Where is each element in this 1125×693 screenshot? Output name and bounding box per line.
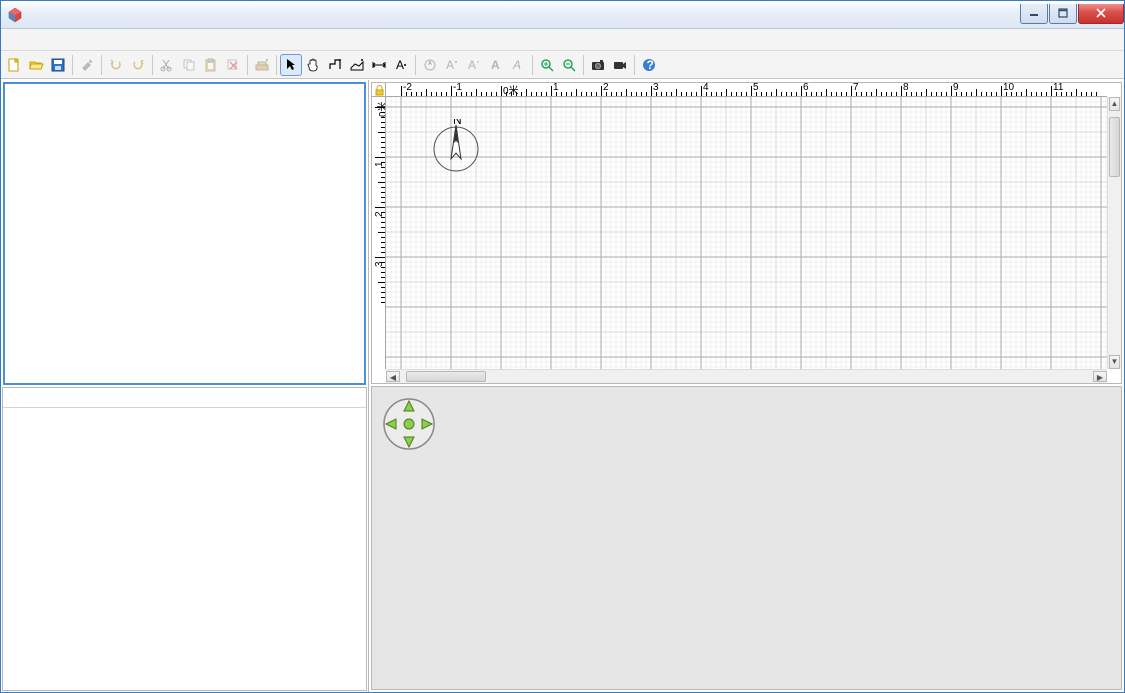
minimize-button[interactable]	[1020, 4, 1048, 24]
app-window: A A A A A ?	[0, 0, 1125, 693]
compass-button[interactable]	[419, 54, 441, 76]
navigation-pad[interactable]	[382, 397, 436, 451]
close-button[interactable]	[1078, 4, 1124, 24]
app-icon	[7, 7, 23, 23]
compass-icon[interactable]: N	[428, 119, 484, 175]
cut-button[interactable]	[156, 54, 178, 76]
scroll-down-button[interactable]: ▼	[1109, 355, 1120, 369]
menu-furniture[interactable]	[37, 38, 53, 42]
increase-text-button[interactable]: A	[441, 54, 463, 76]
photo-button[interactable]	[587, 54, 609, 76]
save-button[interactable]	[47, 54, 69, 76]
scroll-up-button[interactable]: ▲	[1109, 97, 1120, 111]
scroll-thumb-h[interactable]	[406, 371, 486, 382]
plan-lock-icon[interactable]	[372, 83, 386, 97]
svg-text:A: A	[491, 58, 500, 72]
menu-3dview[interactable]	[69, 38, 85, 42]
delete-button[interactable]	[222, 54, 244, 76]
ruler-label: 0米	[374, 101, 386, 117]
menubar	[1, 29, 1124, 51]
plan-scrollbar-vertical[interactable]: ▲ ▼	[1107, 97, 1121, 369]
new-button[interactable]	[3, 54, 25, 76]
copy-button[interactable]	[178, 54, 200, 76]
paste-button[interactable]	[200, 54, 222, 76]
toolbar: A A A A A ?	[1, 51, 1124, 79]
svg-text:A: A	[446, 58, 454, 72]
window-controls	[1019, 4, 1124, 24]
plan-canvas[interactable]: N	[386, 97, 1107, 369]
plan-scrollbar-horizontal[interactable]: ◀ ▶	[386, 369, 1107, 383]
help-button[interactable]: ?	[638, 54, 660, 76]
svg-text:N: N	[453, 119, 462, 127]
add-furniture-button[interactable]	[251, 54, 273, 76]
preferences-button[interactable]	[76, 54, 98, 76]
menu-file[interactable]	[5, 38, 21, 42]
room-tool[interactable]	[346, 54, 368, 76]
menu-edit[interactable]	[21, 38, 37, 42]
furniture-catalog[interactable]	[3, 82, 366, 385]
undo-button[interactable]	[105, 54, 127, 76]
pan-tool[interactable]	[302, 54, 324, 76]
svg-text:?: ?	[647, 58, 654, 72]
furniture-table	[2, 387, 367, 691]
svg-text:A: A	[396, 58, 404, 72]
ruler-vertical: 0米123	[372, 97, 386, 369]
3d-view[interactable]	[371, 386, 1122, 690]
decrease-text-button[interactable]: A	[463, 54, 485, 76]
left-column	[1, 80, 369, 692]
bold-button[interactable]: A	[485, 54, 507, 76]
open-button[interactable]	[25, 54, 47, 76]
furniture-table-header	[3, 388, 366, 408]
dimension-tool[interactable]	[368, 54, 390, 76]
zoom-out-button[interactable]	[558, 54, 580, 76]
svg-text:A: A	[468, 58, 476, 72]
scroll-left-button[interactable]: ◀	[386, 371, 400, 382]
select-tool[interactable]	[280, 54, 302, 76]
svg-text:A: A	[512, 58, 521, 72]
titlebar	[1, 1, 1124, 29]
ruler-label: 10	[1003, 83, 1014, 93]
ruler-horizontal: -2-10米1234567891011	[386, 83, 1107, 97]
wall-tool[interactable]	[324, 54, 346, 76]
plan-view[interactable]: -2-10米1234567891011 0米123 N ▲ ▼	[371, 82, 1122, 384]
scroll-thumb-v[interactable]	[1109, 117, 1120, 177]
content-area: -2-10米1234567891011 0米123 N ▲ ▼	[1, 79, 1124, 692]
italic-button[interactable]: A	[507, 54, 529, 76]
menu-help[interactable]	[85, 38, 101, 42]
maximize-button[interactable]	[1049, 4, 1077, 24]
scroll-right-button[interactable]: ▶	[1093, 371, 1107, 382]
video-button[interactable]	[609, 54, 631, 76]
redo-button[interactable]	[127, 54, 149, 76]
right-column: -2-10米1234567891011 0米123 N ▲ ▼	[369, 80, 1124, 692]
menu-plan[interactable]	[53, 38, 69, 42]
zoom-in-button[interactable]	[536, 54, 558, 76]
text-tool[interactable]: A	[390, 54, 412, 76]
